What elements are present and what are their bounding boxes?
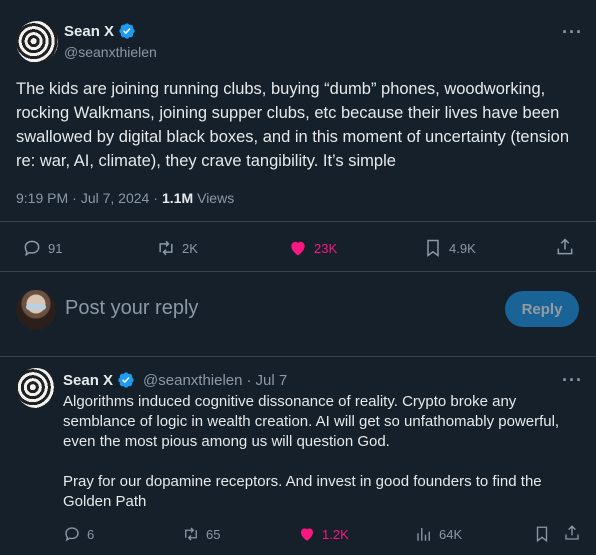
more-icon[interactable]: ··· xyxy=(562,22,583,43)
sunglasses xyxy=(26,304,46,310)
author-avatar[interactable] xyxy=(16,21,58,63)
retweet-count: 2K xyxy=(182,240,198,256)
bookmark-button[interactable]: 4.9K xyxy=(423,238,476,258)
like-button[interactable]: 23K xyxy=(288,238,337,258)
share-icon xyxy=(557,238,573,255)
tweet-text: The kids are joining running clubs, buyi… xyxy=(16,80,570,170)
reply-tweet-views-button[interactable]: 64K xyxy=(415,525,462,543)
author-info: Sean X @seanxthielen xyxy=(64,21,157,61)
reply-count: 6 xyxy=(87,526,95,542)
reply-icon xyxy=(65,527,79,542)
reply-tweet-reply-button[interactable]: 6 xyxy=(63,525,94,543)
retweet-button[interactable]: 2K xyxy=(156,238,198,258)
tweet-time[interactable]: 9:19 PM xyxy=(16,190,68,206)
retweet-count: 65 xyxy=(206,526,221,542)
reply-author-name[interactable]: Sean X xyxy=(63,372,113,389)
tweet-date[interactable]: Jul 7, 2024 xyxy=(81,190,150,206)
reply-text: Algorithms induced cognitive dissonance … xyxy=(63,392,588,512)
meta-separator: · xyxy=(246,371,252,389)
views-icon xyxy=(417,528,430,541)
reply-count: 91 xyxy=(48,240,63,256)
heart-icon xyxy=(301,528,313,541)
more-icon[interactable]: ··· xyxy=(562,370,583,391)
divider xyxy=(0,356,596,357)
divider xyxy=(0,271,596,272)
reply-button[interactable]: 91 xyxy=(22,238,62,258)
like-count: 23K xyxy=(314,240,338,256)
tweet-meta: 9:19 PM · Jul 7, 2024 · 1.1M Views xyxy=(16,190,234,206)
reply-tweet-bookmark-button[interactable] xyxy=(533,525,551,543)
reply-tweet-retweet-button[interactable]: 65 xyxy=(182,525,220,543)
reply-author-avatar[interactable] xyxy=(16,368,56,408)
reply-submit-button[interactable]: Reply xyxy=(505,291,579,327)
reply-submit-label: Reply xyxy=(521,300,563,318)
bookmark-icon xyxy=(536,526,548,543)
verified-badge-icon xyxy=(118,372,134,388)
author-name[interactable]: Sean X xyxy=(64,23,114,40)
bookmark-count: 4.9K xyxy=(449,240,476,256)
reply-tweet-share-button[interactable] xyxy=(563,524,581,542)
views-count[interactable]: 1.1M xyxy=(162,190,193,206)
like-count: 1.2K xyxy=(322,526,349,542)
reply-date[interactable]: Jul 7 xyxy=(256,372,288,389)
retweet-icon xyxy=(185,527,197,541)
reply-tweet-like-button[interactable]: 1.2K xyxy=(298,525,349,543)
views-count: 64K xyxy=(439,526,463,542)
verified-badge-icon xyxy=(119,23,135,39)
share-icon xyxy=(565,525,579,540)
divider xyxy=(0,221,596,222)
reply-input[interactable]: Post your reply xyxy=(65,297,198,320)
retweet-icon xyxy=(159,240,173,256)
reply-paragraph: Algorithms induced cognitive dissonance … xyxy=(63,393,560,450)
author-handle[interactable]: @seanxthielen xyxy=(64,44,157,60)
reply-icon xyxy=(24,240,40,257)
reply-author-line: Sean X @seanxthielen · Jul 7 xyxy=(63,371,287,389)
user-avatar[interactable] xyxy=(16,290,56,330)
views-label: Views xyxy=(197,190,235,206)
meta-separator: · xyxy=(72,190,77,206)
share-button[interactable] xyxy=(555,237,575,257)
heart-icon xyxy=(291,241,305,256)
bookmark-icon xyxy=(427,239,439,257)
meta-separator: · xyxy=(153,190,158,206)
reply-author-handle[interactable]: @seanxthielen xyxy=(143,372,242,389)
reply-paragraph: Pray for our dopamine receptors. And inv… xyxy=(63,473,542,510)
